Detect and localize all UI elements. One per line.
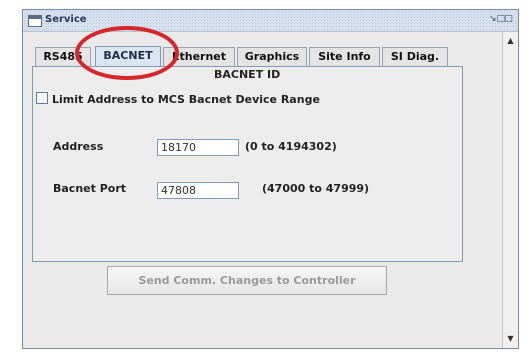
red-highlight-circle	[75, 26, 179, 80]
address-input[interactable]	[157, 139, 239, 156]
bacnet-port-label: Bacnet Port	[53, 182, 127, 195]
tab-graphics[interactable]: Graphics	[237, 47, 307, 66]
limit-address-label: Limit Address to MCS Bacnet Device Range	[52, 93, 320, 106]
address-range: (0 to 4194302)	[245, 140, 337, 153]
scroll-up-arrow-icon[interactable]: ▲	[503, 34, 518, 48]
limit-address-checkbox[interactable]	[36, 92, 48, 104]
window-icon	[28, 15, 42, 27]
section-title: BACNET ID	[214, 68, 281, 81]
tab-si-diag[interactable]: SI Diag.	[382, 47, 448, 66]
address-label: Address	[53, 140, 104, 153]
send-comm-changes-button[interactable]: Send Comm. Changes to Controller	[107, 266, 387, 295]
restore-icon[interactable]: ↘□	[489, 14, 505, 25]
limit-address-checkbox-row[interactable]: Limit Address to MCS Bacnet Device Range	[36, 92, 320, 106]
scroll-down-arrow-icon[interactable]: ▼	[503, 332, 518, 346]
tab-site-info[interactable]: Site Info	[309, 47, 380, 66]
bacnet-port-input[interactable]	[157, 182, 239, 199]
maximize-icon[interactable]: □	[503, 14, 514, 25]
bacnet-port-range: (47000 to 47999)	[262, 182, 370, 195]
window-title: Service	[45, 14, 87, 25]
title-bar[interactable]: Service ↘□ □	[23, 10, 518, 32]
vertical-scrollbar[interactable]: ▲ ▼	[502, 32, 518, 348]
